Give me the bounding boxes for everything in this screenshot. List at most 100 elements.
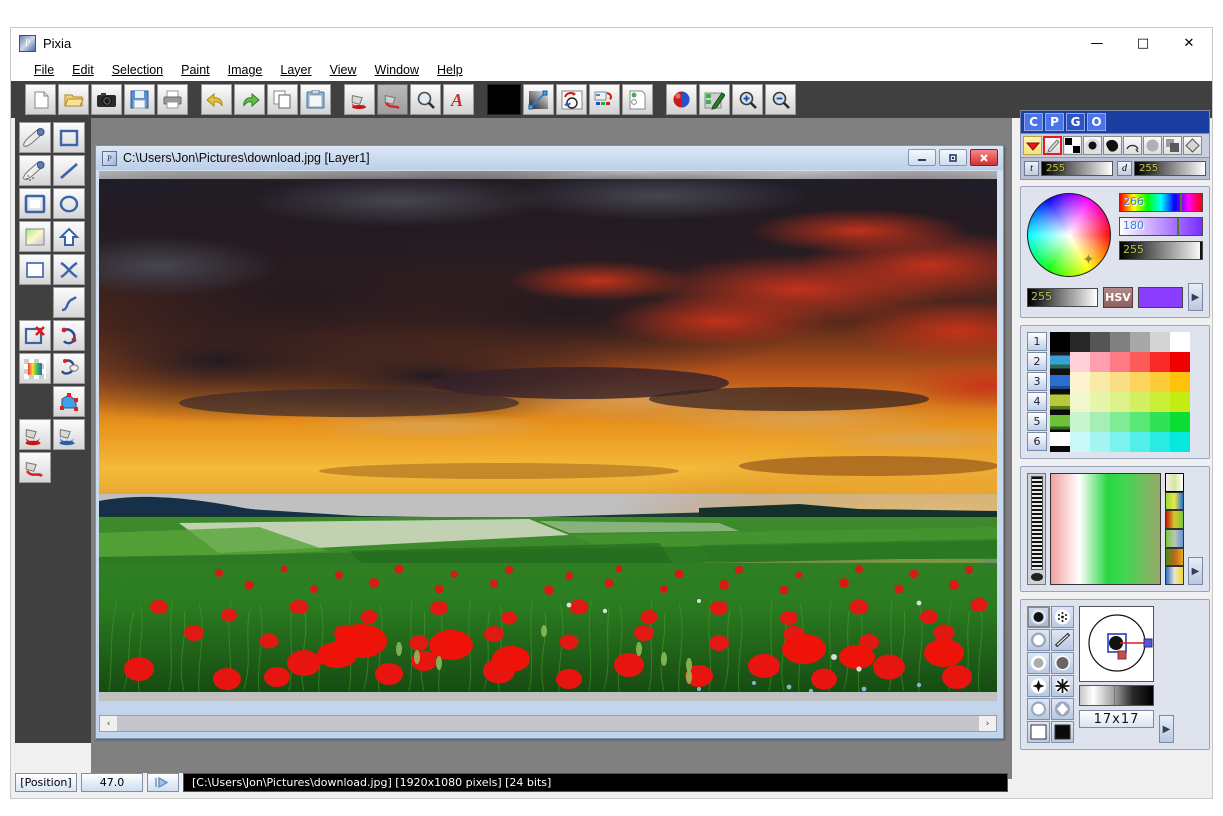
tool-polygon[interactable] xyxy=(53,221,85,252)
palette-row-6-number[interactable]: 6 xyxy=(1027,432,1047,451)
brush-size-field[interactable]: 17x17 xyxy=(1079,710,1154,728)
tool-deselect[interactable] xyxy=(19,320,51,351)
swatch[interactable] xyxy=(1150,432,1170,452)
swatch[interactable] xyxy=(1070,352,1090,372)
document-close-button[interactable] xyxy=(970,149,998,166)
save-button[interactable] xyxy=(124,84,155,115)
brush-shape-preview[interactable] xyxy=(1079,606,1154,682)
brush-square-white[interactable] xyxy=(1027,721,1050,743)
brush-soft-round[interactable] xyxy=(1027,629,1050,651)
swatch[interactable] xyxy=(1150,352,1170,372)
swatch[interactable] xyxy=(1170,432,1190,452)
open-file-button[interactable] xyxy=(58,84,89,115)
mode-circle[interactable] xyxy=(1143,136,1162,155)
swatch[interactable] xyxy=(1070,392,1090,412)
swatch[interactable] xyxy=(1170,372,1190,392)
swatch[interactable] xyxy=(1130,432,1150,452)
tool-line[interactable] xyxy=(53,155,85,186)
swatch[interactable] xyxy=(1170,332,1190,352)
tab-c[interactable]: C xyxy=(1024,113,1043,131)
tool-pour-red[interactable] xyxy=(19,452,51,483)
tool-pen-textured[interactable] xyxy=(19,155,51,186)
maximize-button[interactable]: □ xyxy=(1120,28,1166,58)
color-model-label[interactable]: HSV xyxy=(1103,286,1133,308)
brush-star-8[interactable] xyxy=(1051,675,1074,697)
tool-rect-select[interactable] xyxy=(53,122,85,153)
line-fill-button[interactable] xyxy=(377,84,408,115)
mode-blob[interactable] xyxy=(1103,136,1122,155)
swatch[interactable] xyxy=(1150,392,1170,412)
scroll-right-arrow-icon[interactable]: › xyxy=(979,716,996,731)
brush-hard-round[interactable] xyxy=(1027,606,1050,628)
zoom-value-field[interactable]: 47.0 xyxy=(81,773,143,792)
text-tool-button[interactable]: A xyxy=(443,84,474,115)
gradient-slider-knob[interactable] xyxy=(1031,573,1043,581)
palette-row-2-number[interactable]: 2 xyxy=(1027,352,1047,371)
swatch[interactable] xyxy=(1090,392,1110,412)
document-minimize-button[interactable] xyxy=(908,149,936,166)
tool-bucket-blue[interactable] xyxy=(53,419,85,450)
document-horizontal-scrollbar[interactable]: ‹ › xyxy=(99,715,997,732)
menu-selection[interactable]: Selection xyxy=(103,61,172,79)
mode-diamond[interactable] xyxy=(1183,136,1202,155)
palette-thumbnail-blue[interactable] xyxy=(1050,372,1070,392)
foreground-color-button[interactable] xyxy=(487,84,521,115)
hue-slider[interactable]: 266 xyxy=(1119,193,1203,212)
menu-paint[interactable]: Paint xyxy=(172,61,219,79)
swatch[interactable] xyxy=(1150,412,1170,432)
swatch[interactable] xyxy=(1170,412,1190,432)
gradient-preset[interactable] xyxy=(1165,473,1184,492)
swatch[interactable] xyxy=(1050,332,1070,352)
tool-ellipse[interactable] xyxy=(53,188,85,219)
gradient-preset[interactable] xyxy=(1165,566,1184,586)
zoom-out-button[interactable] xyxy=(765,84,796,115)
swatch[interactable] xyxy=(1070,412,1090,432)
gradient-preset[interactable] xyxy=(1165,491,1184,511)
minimize-button[interactable]: — xyxy=(1074,28,1120,58)
mode-radial[interactable] xyxy=(1083,136,1102,155)
swatch[interactable] xyxy=(1130,352,1150,372)
scroll-left-arrow-icon[interactable]: ‹ xyxy=(100,716,117,731)
tone-slider[interactable]: 255 xyxy=(1041,161,1113,176)
swatch[interactable] xyxy=(1070,372,1090,392)
layer-merge-button[interactable] xyxy=(589,84,620,115)
document-canvas[interactable] xyxy=(99,171,997,701)
palette-row-4-number[interactable]: 4 xyxy=(1027,392,1047,411)
swatch[interactable] xyxy=(1090,332,1110,352)
tone-curve-button[interactable] xyxy=(523,84,554,115)
current-color-swatch[interactable] xyxy=(1138,286,1183,308)
transform-button[interactable] xyxy=(556,84,587,115)
density-slider[interactable]: 255 xyxy=(1134,161,1206,176)
menu-edit[interactable]: Edit xyxy=(63,61,103,79)
brush-spray-dotted[interactable] xyxy=(1051,606,1074,628)
zoom-tool-button[interactable] xyxy=(410,84,441,115)
tool-path-fill[interactable] xyxy=(53,386,85,417)
document-title-bar[interactable]: P C:\Users\Jon\Pictures\download.jpg [La… xyxy=(96,146,1003,170)
swatch[interactable] xyxy=(1090,372,1110,392)
palette-thumbnail-leaf[interactable] xyxy=(1050,432,1070,452)
gradient-intensity-slider[interactable] xyxy=(1027,473,1046,585)
swatch[interactable] xyxy=(1090,412,1110,432)
tool-pen-soft[interactable] xyxy=(19,122,51,153)
paste-button[interactable] xyxy=(300,84,331,115)
swatch[interactable] xyxy=(1170,352,1190,372)
menu-view[interactable]: View xyxy=(321,61,366,79)
mode-checker[interactable] xyxy=(1063,136,1082,155)
swatch[interactable] xyxy=(1070,432,1090,452)
tool-cross-select[interactable] xyxy=(53,254,85,285)
swatch[interactable] xyxy=(1110,392,1130,412)
color-wheel[interactable]: ✦ xyxy=(1027,193,1111,277)
brush-panel-expand-arrow[interactable]: ▶ xyxy=(1159,715,1174,743)
new-file-button[interactable] xyxy=(25,84,56,115)
color-balance-button[interactable] xyxy=(666,84,697,115)
tab-o[interactable]: O xyxy=(1087,113,1106,131)
redo-button[interactable] xyxy=(234,84,265,115)
tool-rect-fill[interactable] xyxy=(19,188,51,219)
gradient-preset[interactable] xyxy=(1165,510,1184,530)
edit-mask-button[interactable] xyxy=(699,84,730,115)
tool-rect-outline[interactable] xyxy=(19,254,51,285)
menu-image[interactable]: Image xyxy=(219,61,272,79)
brightness-slider[interactable]: 255 xyxy=(1119,241,1203,260)
mode-dropdown[interactable] xyxy=(1023,136,1042,155)
tool-magnet-curve[interactable] xyxy=(53,320,85,351)
